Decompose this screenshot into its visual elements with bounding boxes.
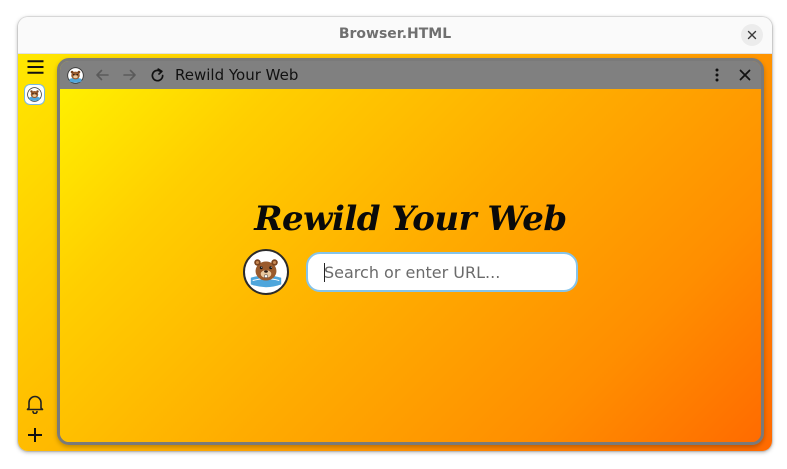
app-window: Browser.HTML Rewild Your Web Rewild Your… [18,17,772,451]
page-menu-button[interactable] [707,61,727,89]
page-title: Rewild Your Web [175,66,299,84]
beaver-favicon-icon [66,66,84,84]
window-titlebar[interactable]: Browser.HTML [18,17,772,54]
page-content: Rewild Your Web [60,89,761,442]
close-icon [739,69,751,81]
forward-arrow-icon [123,69,136,81]
kebab-menu-icon [715,68,719,82]
sidebar-tab-rewild[interactable] [24,84,45,105]
menu-icon [27,60,43,74]
forward-button[interactable] [119,61,141,89]
search-input[interactable] [306,252,578,292]
text-caret [324,263,325,282]
beaver-logo [243,249,289,295]
reload-icon [151,67,164,81]
back-button[interactable] [91,61,113,89]
back-arrow-icon [96,69,109,81]
sidebar-add-button[interactable] [25,425,45,445]
window-title: Browser.HTML [338,26,452,42]
sidebar-notifications-button[interactable] [25,393,45,415]
window-close-button[interactable] [741,24,763,46]
plus-icon [28,428,42,442]
beaver-favicon-icon [27,87,42,102]
beaver-logo-icon [250,259,282,288]
page-close-button[interactable] [734,61,756,89]
browser-toolbar: Rewild Your Web [60,61,761,89]
close-icon [747,30,757,40]
sidebar-menu-button[interactable] [25,58,45,76]
bell-icon [26,395,44,414]
page-favicon [64,61,86,89]
reload-button[interactable] [146,61,168,89]
app-area: Rewild Your Web Rewild Your Web [18,54,772,451]
page-heading: Rewild Your Web [254,199,567,239]
browser-webview: Rewild Your Web Rewild Your Web [57,58,764,445]
